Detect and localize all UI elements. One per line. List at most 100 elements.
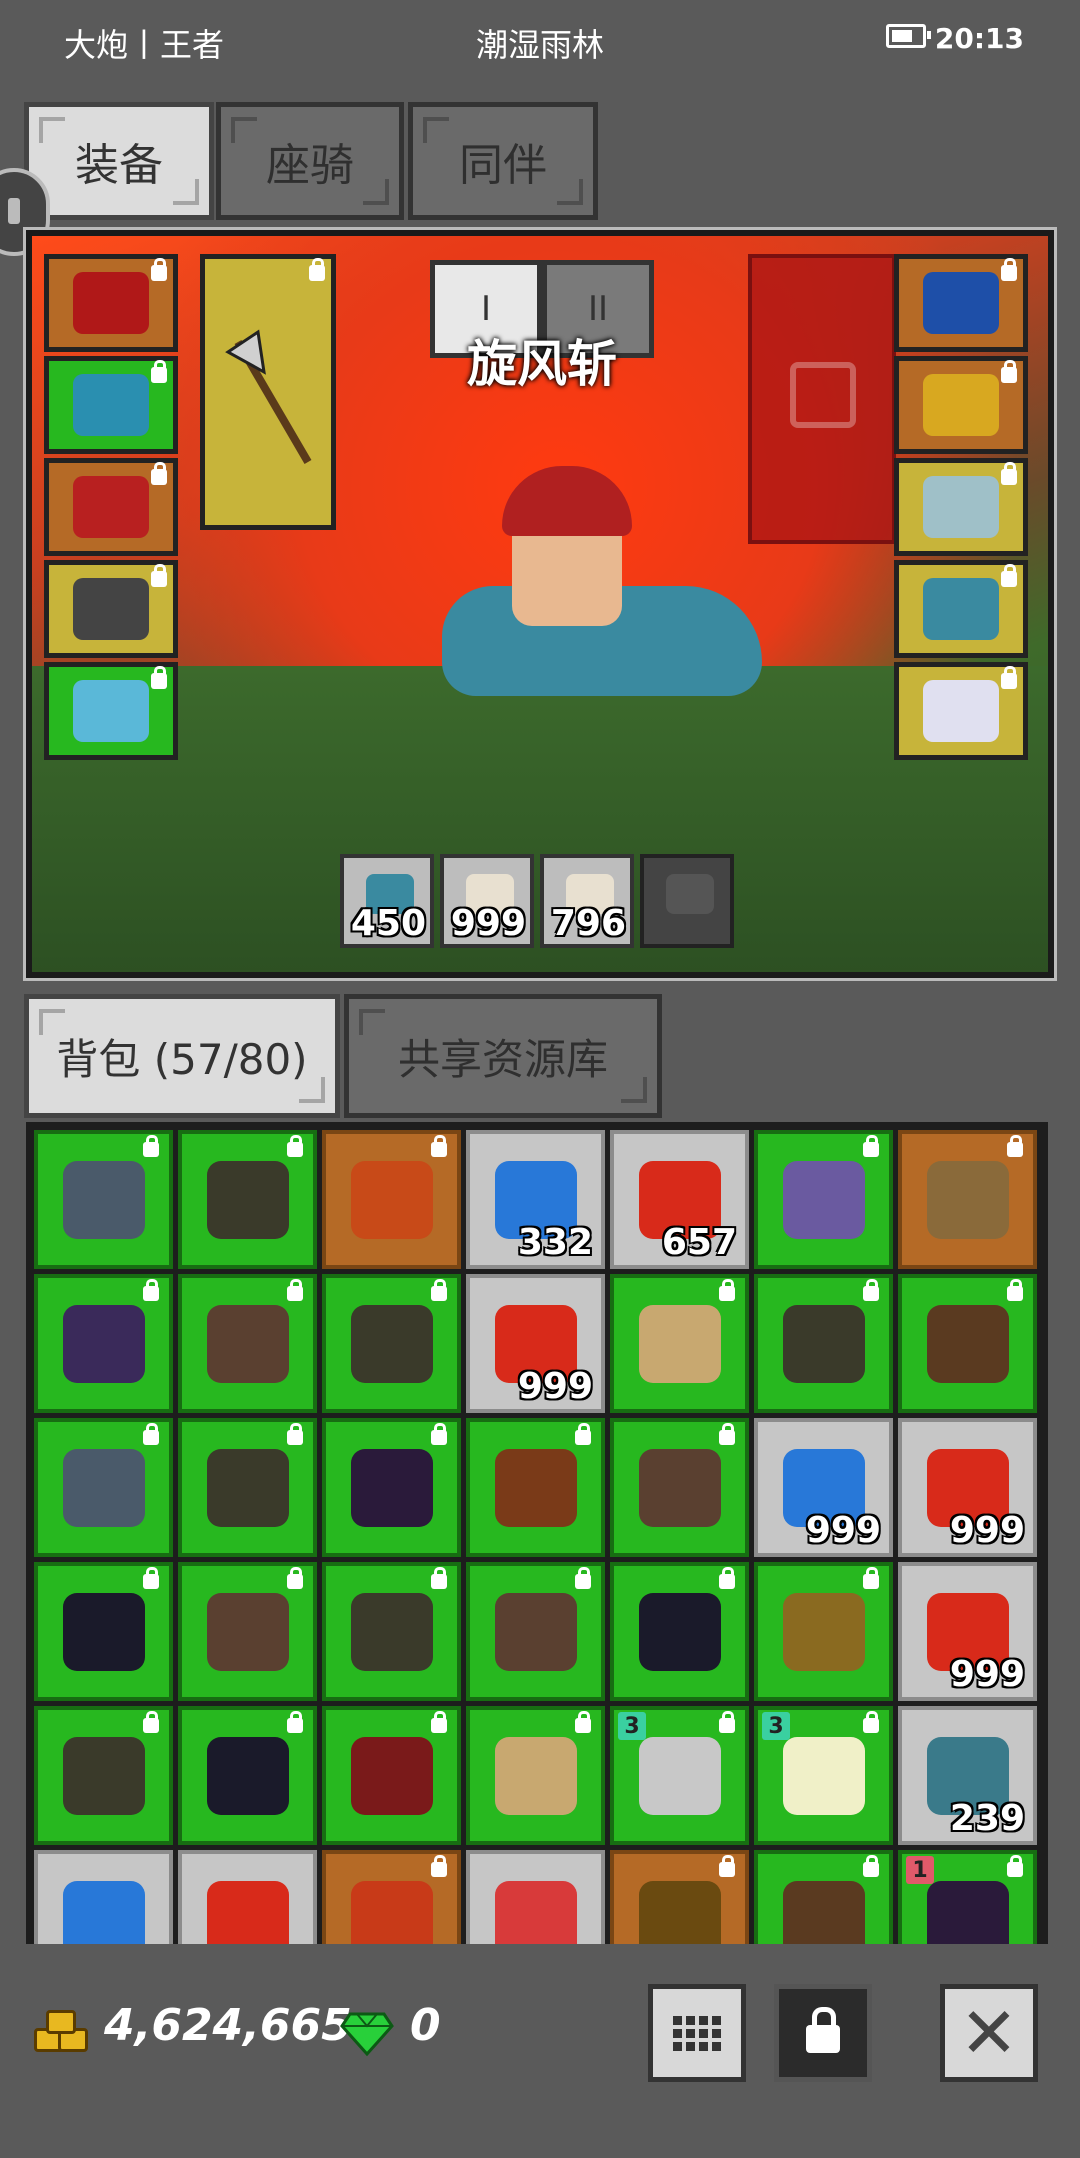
inventory-slot[interactable]	[178, 1274, 317, 1413]
item-count: 999	[949, 1510, 1025, 1551]
slot-mount-card[interactable]	[894, 560, 1028, 658]
inventory-slot[interactable]	[322, 1850, 461, 1944]
inventory-slot[interactable]	[34, 1274, 173, 1413]
item-count: 450	[350, 903, 426, 944]
inventory-slot[interactable]: 999	[898, 1418, 1037, 1557]
quick-item-slot[interactable]: 450	[340, 854, 434, 948]
inventory-slot[interactable]: 3	[610, 1706, 749, 1845]
slot-armor[interactable]	[44, 356, 178, 454]
inventory-slot[interactable]	[178, 1706, 317, 1845]
inventory-slot[interactable]	[466, 1850, 605, 1944]
lock-icon	[863, 1711, 879, 1733]
quick-item-slot[interactable]: 999	[440, 854, 534, 948]
tab-label: 座骑	[266, 140, 354, 191]
slot-necklace[interactable]	[894, 254, 1028, 352]
slot-belt[interactable]	[44, 662, 178, 760]
slot-boots[interactable]	[44, 560, 178, 658]
blue-armor-icon	[73, 374, 149, 436]
inventory-slot[interactable]	[898, 1130, 1037, 1269]
leather-armor-icon	[782, 1880, 865, 1944]
inventory-slot[interactable]	[466, 1706, 605, 1845]
slot-gloves[interactable]	[44, 458, 178, 556]
weapon-slot[interactable]	[200, 254, 336, 530]
lock-icon	[1001, 666, 1017, 689]
slot-helmet[interactable]	[44, 254, 178, 352]
inventory-slot[interactable]: 332	[466, 1130, 605, 1269]
item-count: 332	[517, 1222, 593, 1263]
quick-item-slot[interactable]: 796	[540, 854, 634, 948]
gem-amount: 0	[410, 2000, 441, 2051]
inventory-slot[interactable]	[610, 1418, 749, 1557]
lock-icon	[287, 1279, 303, 1301]
inventory-slot[interactable]	[178, 1130, 317, 1269]
inventory-slot[interactable]: 3	[754, 1706, 893, 1845]
inventory-slot[interactable]	[322, 1130, 461, 1269]
inventory-slot[interactable]	[898, 1274, 1037, 1413]
inventory-slot[interactable]: 657	[610, 1130, 749, 1269]
lock-icon	[1001, 564, 1017, 587]
inventory-slot[interactable]	[322, 1706, 461, 1845]
item-count: 999	[450, 903, 526, 944]
inventory-slot[interactable]	[178, 1562, 317, 1701]
tab-shared-storage[interactable]: 共享资源库	[344, 994, 662, 1118]
quick-item-slot[interactable]	[640, 854, 734, 948]
tab-mount[interactable]: 座骑	[216, 102, 404, 220]
inventory-slot[interactable]	[754, 1274, 893, 1413]
brown-vest-icon	[494, 1448, 577, 1527]
boots-icon	[73, 578, 149, 640]
blue-feather-icon	[62, 1880, 145, 1944]
purple-sword-icon	[782, 1160, 865, 1239]
purple-gloves-icon	[62, 1304, 145, 1383]
inventory-slot[interactable]	[754, 1130, 893, 1269]
helmet-icon	[206, 1448, 289, 1527]
belt-icon	[73, 680, 149, 742]
cat-card-icon	[923, 680, 999, 742]
lock-icon	[575, 1711, 591, 1733]
slot-pet-card[interactable]	[894, 662, 1028, 760]
lock-button[interactable]	[774, 1984, 872, 2082]
double-axe-icon	[494, 1736, 577, 1815]
inventory-slot[interactable]	[34, 1562, 173, 1701]
lock-icon	[719, 1279, 735, 1301]
inventory-slot[interactable]	[34, 1850, 173, 1944]
lock-icon	[863, 1855, 879, 1877]
inventory-slot[interactable]	[610, 1562, 749, 1701]
lock-icon	[1007, 1135, 1023, 1157]
inventory-slot[interactable]	[178, 1850, 317, 1944]
inventory-slot[interactable]: 239	[898, 1706, 1037, 1845]
inventory-slot[interactable]: 999	[898, 1562, 1037, 1701]
lock-icon	[575, 1567, 591, 1589]
tab-equipment[interactable]: 装备	[24, 102, 214, 220]
inventory-slot[interactable]	[322, 1274, 461, 1413]
purple-hat-icon	[926, 1880, 1009, 1944]
inventory-slot[interactable]	[466, 1562, 605, 1701]
lock-icon	[143, 1135, 159, 1157]
inventory-slot[interactable]	[178, 1418, 317, 1557]
tab-companion[interactable]: 同伴	[408, 102, 598, 220]
inventory-slot[interactable]	[322, 1562, 461, 1701]
inventory-slot[interactable]	[754, 1562, 893, 1701]
clock: 20:13	[934, 22, 1024, 55]
helmet-icon	[350, 1304, 433, 1383]
sort-button[interactable]	[648, 1984, 746, 2082]
inventory-slot[interactable]	[34, 1130, 173, 1269]
helmet-icon	[350, 1592, 433, 1671]
tab-backpack[interactable]: 背包 (57/80)	[24, 994, 340, 1118]
inventory-slot[interactable]	[754, 1850, 893, 1944]
inventory-slot[interactable]	[34, 1706, 173, 1845]
inventory-slot[interactable]: 999	[754, 1418, 893, 1557]
inventory-slot[interactable]	[34, 1418, 173, 1557]
slot-ring[interactable]	[894, 458, 1028, 556]
lock-icon	[431, 1567, 447, 1589]
inventory-slot[interactable]	[610, 1850, 749, 1944]
inventory-slot[interactable]	[322, 1418, 461, 1557]
lock-icon	[1007, 1855, 1023, 1877]
inventory-slot[interactable]	[466, 1418, 605, 1557]
inventory-slot[interactable]	[610, 1274, 749, 1413]
close-button[interactable]: ✕	[940, 1984, 1038, 2082]
inventory-slot[interactable]: 1	[898, 1850, 1037, 1944]
slot-earring[interactable]	[894, 356, 1028, 454]
lock-icon	[719, 1423, 735, 1445]
red-hat-icon	[73, 272, 149, 334]
inventory-slot[interactable]: 999	[466, 1274, 605, 1413]
